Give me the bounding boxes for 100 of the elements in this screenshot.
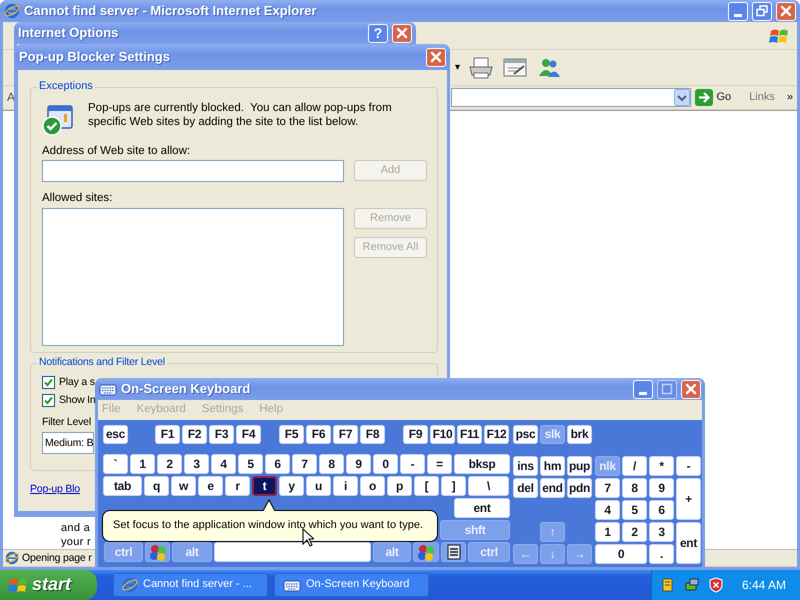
keyboard-key[interactable]: 4	[211, 454, 236, 474]
keyboard-key[interactable]: q	[144, 476, 169, 496]
keyboard-key[interactable]: 3	[184, 454, 209, 474]
address-field[interactable]	[451, 88, 690, 107]
keyboard-key[interactable]: -	[676, 456, 701, 476]
keyboard-key[interactable]: r	[225, 476, 250, 496]
mouse-pointer-icon	[302, 528, 314, 547]
checkbox[interactable]	[42, 394, 55, 407]
keyboard-key[interactable]: /	[622, 456, 647, 476]
window-title: Pop-up Blocker Settings	[19, 49, 170, 65]
keyboard-key[interactable]: 8	[319, 454, 344, 474]
keyboard-key[interactable]: [	[414, 476, 439, 496]
taskbar-button[interactable]: On-Screen Keyboard	[274, 573, 429, 597]
restore-button[interactable]	[752, 2, 772, 20]
keyboard-key[interactable]: del	[513, 478, 538, 498]
keyboard-key[interactable]: =	[427, 454, 452, 474]
keyboard-key[interactable]: 6	[649, 500, 674, 520]
keyboard-key[interactable]: +	[676, 478, 701, 520]
keyboard-key[interactable]: 3	[649, 522, 674, 542]
keyboard-key[interactable]: tab	[103, 476, 142, 496]
keyboard-key[interactable]: end	[540, 478, 565, 498]
keyboard-key[interactable]: .	[649, 544, 674, 564]
keyboard-key[interactable]: F6	[306, 425, 331, 444]
filter-level-select[interactable]: Medium: B	[42, 432, 94, 454]
keyboard-key[interactable]: 7	[595, 478, 620, 498]
keyboard-key[interactable]: ins	[513, 456, 538, 476]
keyboard-key[interactable]: y	[279, 476, 304, 496]
go-button[interactable]: Go	[694, 89, 732, 106]
keyboard-key[interactable]	[441, 542, 466, 562]
keyboard-key[interactable]: 0	[595, 544, 647, 564]
keyboard-key[interactable]: 1	[130, 454, 155, 474]
keyboard-key[interactable]: o	[360, 476, 385, 496]
keyboard-key[interactable]: *	[649, 456, 674, 476]
keyboard-key[interactable]: pdn	[567, 478, 592, 498]
keyboard-key[interactable]: e	[198, 476, 223, 496]
keyboard-key[interactable]: pup	[567, 456, 592, 476]
keyboard-key[interactable]: t	[252, 476, 277, 496]
keyboard-key[interactable]: F10	[430, 425, 455, 444]
keyboard-key[interactable]: 0	[373, 454, 398, 474]
close-button[interactable]	[776, 2, 796, 20]
clock: 6:44 AM	[742, 578, 786, 592]
keyboard-key[interactable]: 8	[622, 478, 647, 498]
keyboard-key[interactable]: 9	[346, 454, 371, 474]
keyboard-key[interactable]: esc	[103, 425, 128, 444]
keyboard-key[interactable]: brk	[567, 425, 592, 444]
keyboard-key[interactable]: 1	[595, 522, 620, 542]
checkbox[interactable]	[42, 376, 55, 389]
keyboard-key[interactable]: ent	[454, 498, 510, 518]
chevron-button[interactable]: »	[786, 90, 793, 104]
keyboard-key[interactable]: F5	[279, 425, 304, 444]
keyboard-key[interactable]: F4	[236, 425, 261, 444]
close-icon	[778, 3, 794, 19]
keyboard-key[interactable]: 6	[265, 454, 290, 474]
keyboard-key[interactable]: 4	[595, 500, 620, 520]
taskbar-button[interactable]: Cannot find server - ...	[113, 573, 268, 597]
keyboard-key[interactable]: 5	[238, 454, 263, 474]
dropdown-arrow[interactable]: ▾	[455, 62, 460, 74]
keyboard-key[interactable]: 2	[157, 454, 182, 474]
address-input[interactable]	[42, 160, 344, 182]
keyboard-key[interactable]: F11	[457, 425, 482, 444]
keyboard-key[interactable]: 9	[649, 478, 674, 498]
tooltip-tail	[262, 499, 276, 511]
close-icon	[683, 381, 699, 397]
page-text: your r	[61, 535, 91, 549]
keyboard-key[interactable]: F12	[484, 425, 509, 444]
field-label: Allowed sites:	[42, 192, 114, 206]
help-button[interactable]: ?	[368, 24, 388, 42]
keyboard-key[interactable]: \	[468, 476, 509, 496]
help-link[interactable]: Pop-up Blo	[30, 482, 80, 496]
keyboard-key[interactable]: F7	[333, 425, 358, 444]
close-button[interactable]	[392, 24, 412, 42]
keyboard-key[interactable]: ]	[441, 476, 466, 496]
keyboard-key[interactable]: F9	[403, 425, 428, 444]
keyboard-key[interactable]: F8	[360, 425, 385, 444]
keyboard-key[interactable]: ent	[676, 522, 701, 564]
keyboard-key[interactable]: -	[400, 454, 425, 474]
keyboard-key[interactable]: 7	[292, 454, 317, 474]
close-button[interactable]	[681, 380, 701, 398]
keyboard-key[interactable]: hm	[540, 456, 565, 476]
keyboard-key[interactable]: p	[387, 476, 412, 496]
close-button[interactable]	[426, 48, 446, 66]
keyboard-key[interactable]: F3	[209, 425, 234, 444]
keyboard-key[interactable]: w	[171, 476, 196, 496]
group-label: Notifications and Filter Level	[37, 356, 167, 368]
keyboard-key[interactable]: u	[306, 476, 331, 496]
maximize-button[interactable]	[657, 380, 677, 398]
field-label: Filter Level	[42, 416, 91, 428]
keyboard-key[interactable]: i	[333, 476, 358, 496]
keyboard-key[interactable]: `	[103, 454, 128, 474]
keyboard-key[interactable]: F2	[182, 425, 207, 444]
keyboard-key[interactable]: 5	[622, 500, 647, 520]
links-button[interactable]: Links	[749, 90, 775, 104]
keyboard-key[interactable]: F1	[155, 425, 180, 444]
minimize-button[interactable]	[633, 380, 653, 398]
minimize-button[interactable]	[728, 2, 748, 20]
keyboard-key[interactable]: 2	[622, 522, 647, 542]
keyboard-key[interactable]: psc	[513, 425, 538, 444]
allowed-sites-list[interactable]	[42, 208, 344, 346]
ie-logo-icon	[4, 3, 20, 19]
keyboard-key[interactable]: bksp	[454, 454, 510, 474]
